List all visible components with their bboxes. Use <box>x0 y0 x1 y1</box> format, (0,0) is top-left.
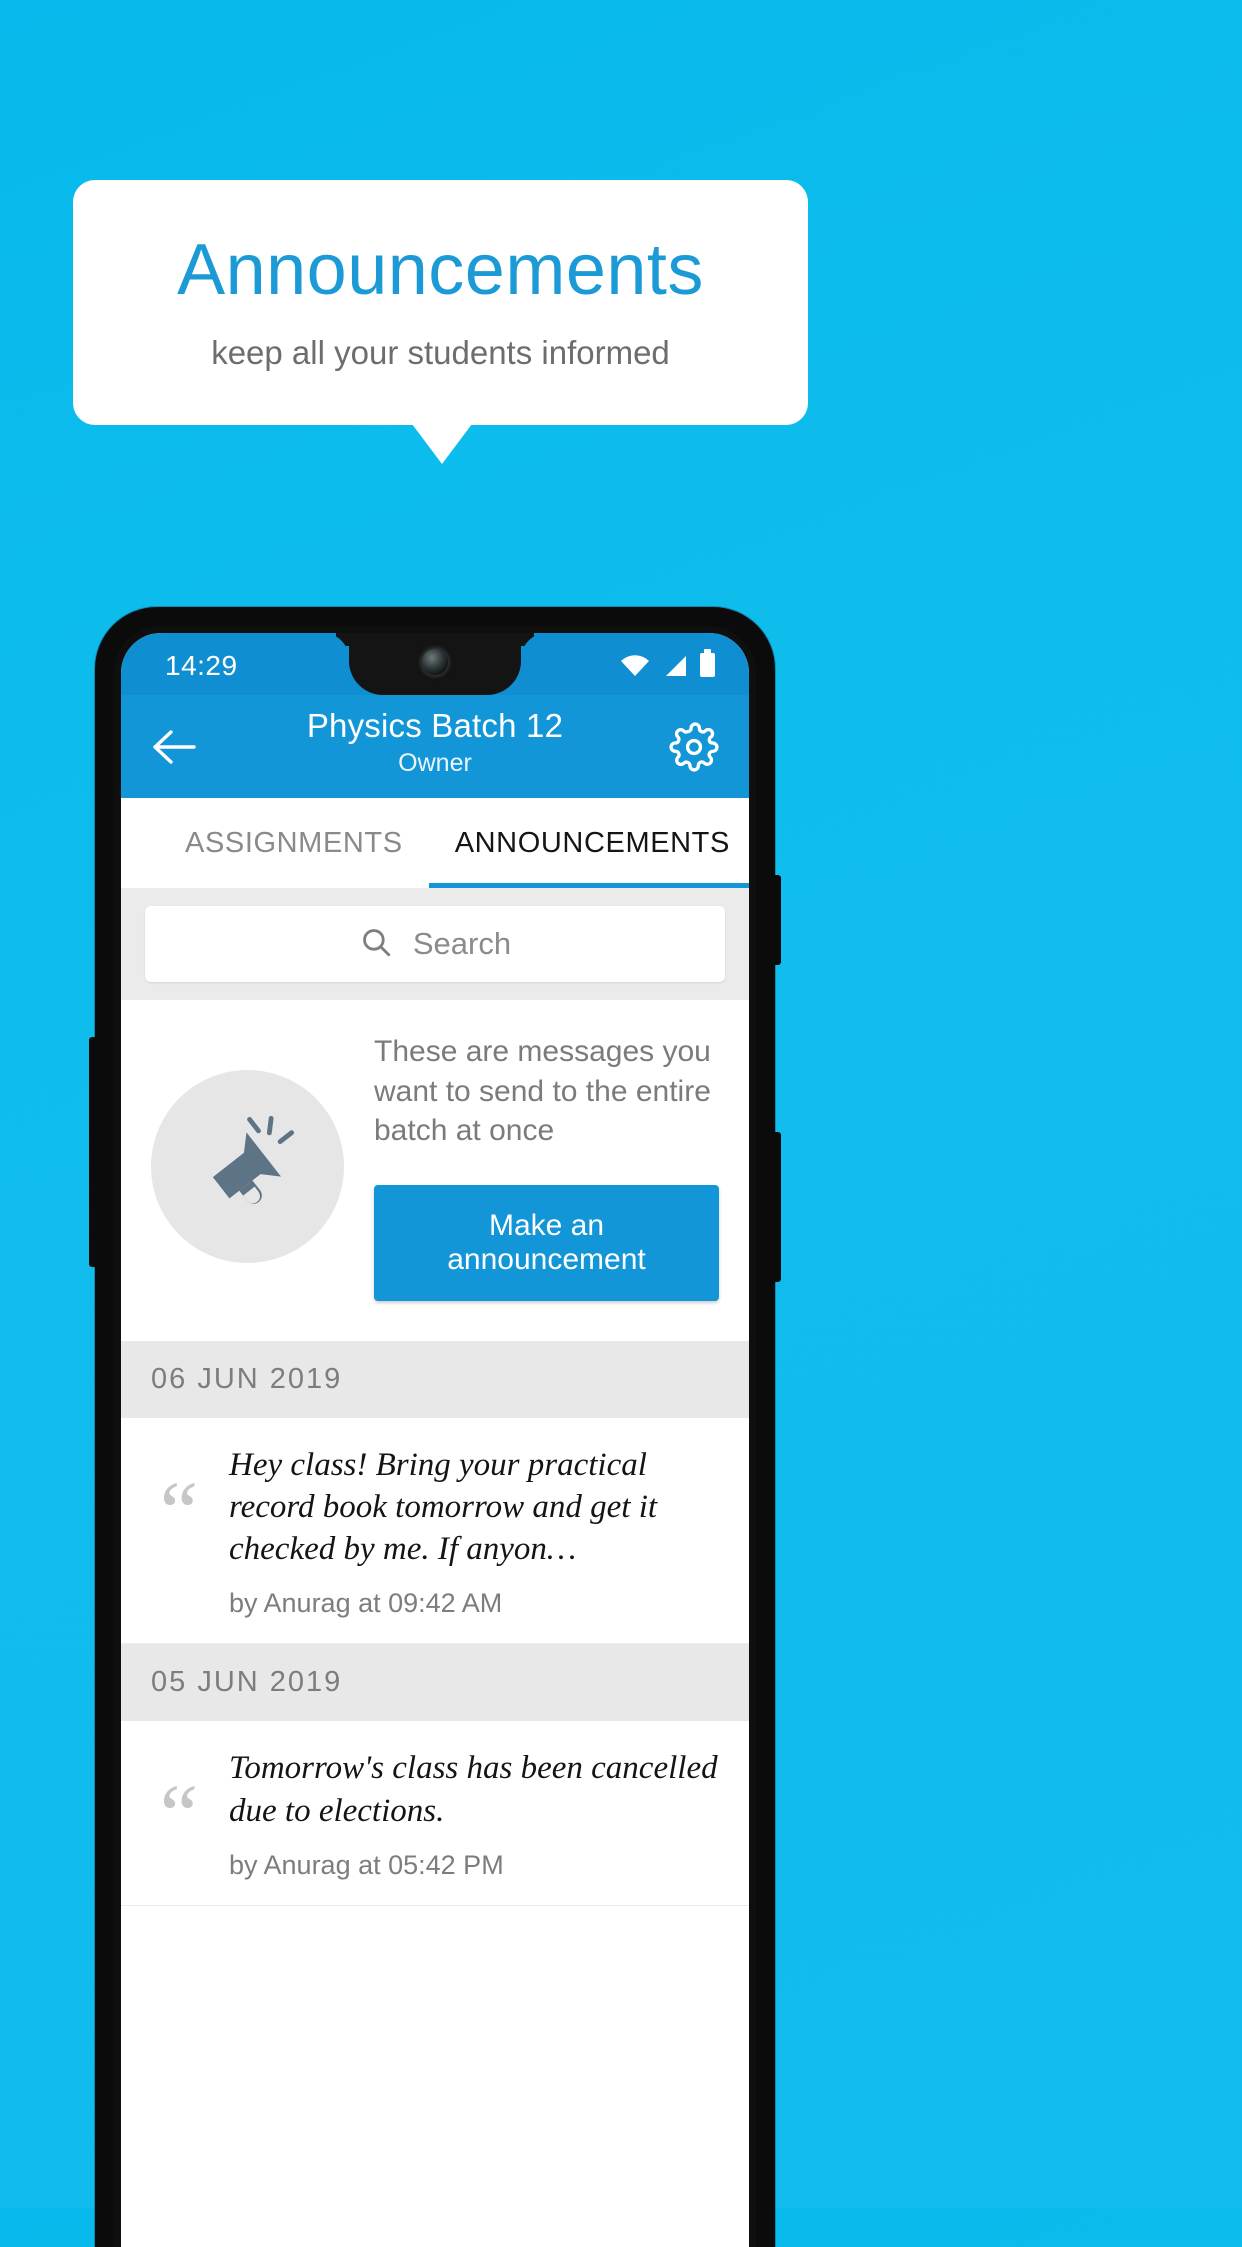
status-time: 14:29 <box>165 650 238 681</box>
phone-notch <box>349 633 521 695</box>
announcement-body: Tomorrow's class has been cancelled due … <box>229 1747 727 1880</box>
tab-assignments[interactable]: ASSIGNMENTS <box>159 798 429 888</box>
empty-state-description: These are messages you want to send to t… <box>374 1035 711 1148</box>
promo-bubble-tail <box>412 424 472 464</box>
quote-icon: “ <box>159 1766 199 1863</box>
search-bar-container: Search <box>121 888 749 1000</box>
search-placeholder: Search <box>412 926 512 961</box>
battery-icon <box>700 649 715 677</box>
back-arrow-icon[interactable] <box>149 721 201 773</box>
app-bar: Physics Batch 12 Owner <box>121 695 749 798</box>
date-header: 05 JUN 2019 <box>121 1644 749 1722</box>
announcement-text: Tomorrow's class has been cancelled due … <box>229 1750 718 1829</box>
search-icon <box>359 925 393 964</box>
promo-card: Announcements keep all your students inf… <box>73 180 808 425</box>
wifi-icon <box>620 655 650 677</box>
status-icons <box>620 649 715 677</box>
phone-screen: 14:29 Physics Batch 12 Owner ASSIGNMENTS… <box>121 633 749 2247</box>
megaphone-icon <box>151 1069 344 1263</box>
promo-title: Announcements <box>177 229 704 310</box>
app-bar-titles: Physics Batch 12 Owner <box>121 707 749 778</box>
search-input[interactable]: Search <box>145 906 725 982</box>
gear-icon[interactable] <box>667 720 721 774</box>
tab-announcements[interactable]: ANNOUNCEMENTS <box>428 798 749 888</box>
front-camera-icon <box>422 649 448 675</box>
date-header: 06 JUN 2019 <box>121 1340 749 1418</box>
announcement-list-item[interactable]: “ Tomorrow's class has been cancelled du… <box>121 1721 749 1906</box>
announcement-text: Hey class! Bring your practical record b… <box>229 1446 658 1568</box>
announcement-body: Hey class! Bring your practical record b… <box>229 1444 727 1620</box>
quote-icon: “ <box>159 1462 199 1559</box>
promo-subtitle: keep all your students informed <box>211 334 670 372</box>
signal-icon <box>663 655 687 677</box>
empty-state-card: These are messages you want to send to t… <box>121 1000 749 1341</box>
phone-bezel: 14:29 Physics Batch 12 Owner ASSIGNMENTS… <box>114 626 756 2247</box>
tab-bar: ASSIGNMENTS ANNOUNCEMENTS TESTS ‘ <box>121 798 749 888</box>
announcement-list-item[interactable]: “ Hey class! Bring your practical record… <box>121 1417 749 1645</box>
phone-side-button-left <box>89 1037 98 1267</box>
phone-volume-button <box>772 1132 781 1282</box>
page-subtitle: Owner <box>398 749 472 777</box>
phone-mockup: 14:29 Physics Batch 12 Owner ASSIGNMENTS… <box>89 607 781 2247</box>
page-title: Physics Batch 12 <box>306 707 564 744</box>
phone-power-button <box>772 875 781 965</box>
make-announcement-button[interactable]: Make an announcement <box>374 1184 719 1301</box>
announcement-meta: by Anurag at 09:42 AM <box>229 1588 503 1619</box>
empty-state-content: These are messages you want to send to t… <box>374 1032 719 1301</box>
announcement-meta: by Anurag at 05:42 PM <box>229 1849 504 1880</box>
